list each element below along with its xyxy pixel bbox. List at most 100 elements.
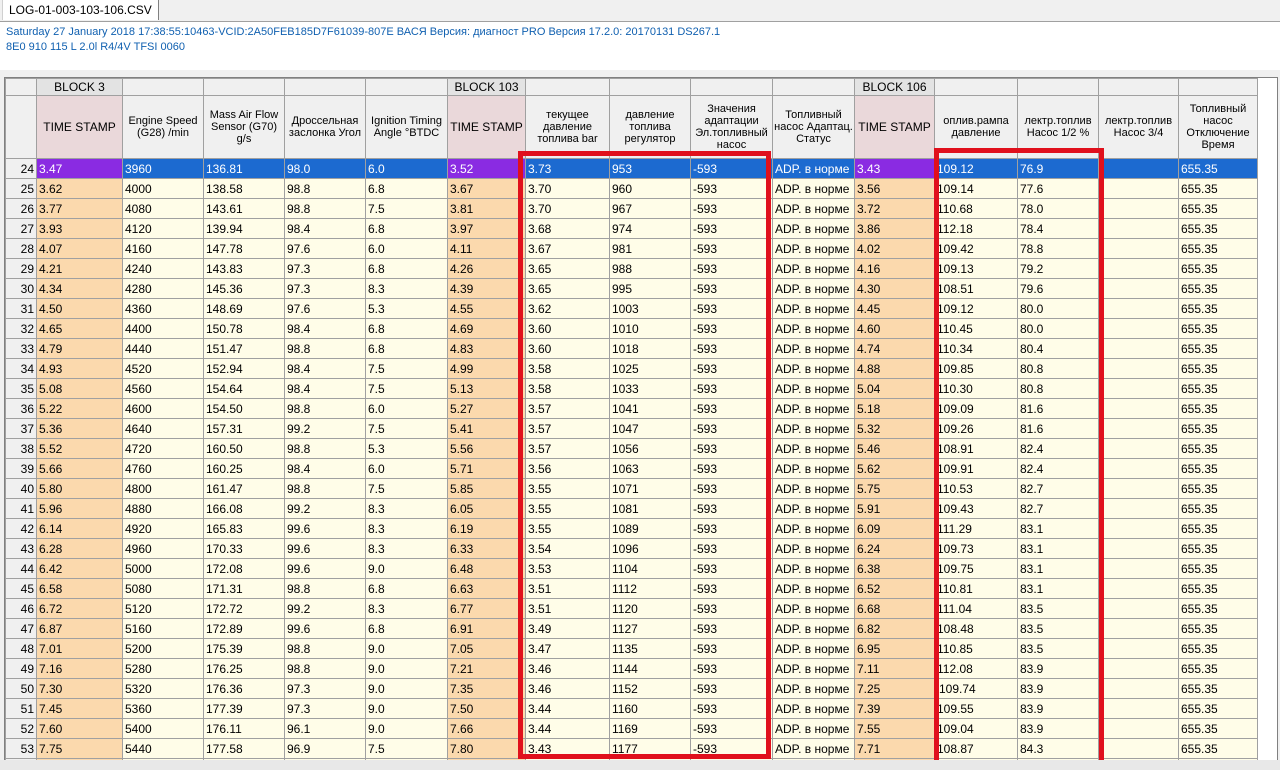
column-header[interactable]: лектр.топлив Насос 3/4: [1098, 95, 1179, 159]
column-header[interactable]: текущее давление топлива bar: [525, 95, 610, 159]
table-cell: 6.42: [36, 558, 123, 579]
column-header[interactable]: [5, 95, 37, 159]
table-row[interactable]: 42 6.14 4920 165.83 99.6 8.3 6.19 3.55 1089 -593 A…: [5, 518, 1258, 539]
table-row[interactable]: 41 5.96 4880 166.08 99.2 8.3 6.05 3.55 1081 -593 A…: [5, 498, 1258, 519]
table-row[interactable]: 48 7.01 5200 175.39 98.8 9.0 7.05 3.47 1135 -593 A…: [5, 638, 1258, 659]
table-row[interactable]: 25 3.62 4000 138.58 98.8 6.8 3.67 3.70 960 -593 AD…: [5, 178, 1258, 199]
column-header[interactable]: Топливный насос Отключение Время: [1178, 95, 1258, 159]
column-header[interactable]: Engine Speed (G28) /min: [122, 95, 204, 159]
table-cell: 655.35: [1178, 218, 1258, 239]
table-cell: 6.52: [854, 578, 935, 599]
table-cell: 3.44: [525, 718, 610, 739]
table-cell: -593: [690, 258, 773, 279]
table-cell: 9.0: [365, 698, 448, 719]
column-header[interactable]: лектр.топлив Насос 1/2 %: [1017, 95, 1099, 159]
table-cell: [1098, 398, 1179, 419]
column-header[interactable]: TIME STAMP: [854, 95, 935, 159]
table-row[interactable]: 28 4.07 4160 147.78 97.6 6.0 4.11 3.67 981 -593 AD…: [5, 238, 1258, 259]
data-grid[interactable]: BLOCK 3 BLOCK 103 BLOCK 106 TIME STAMP Engin…: [4, 77, 1278, 761]
table-row[interactable]: 53 7.75 5440 177.58 96.9 7.5 7.80 3.43 1177 -593 A…: [5, 738, 1258, 759]
table-row[interactable]: 39 5.66 4760 160.25 98.4 6.0 5.71 3.56 1063 -593 A…: [5, 458, 1258, 479]
table-cell: 139.94: [203, 218, 285, 239]
table-cell: 655.35: [1178, 598, 1258, 619]
table-cell: 5.27: [447, 398, 526, 419]
column-header[interactable]: давление топлива регулятор: [609, 95, 691, 159]
table-cell: 4.39: [447, 278, 526, 299]
table-row[interactable]: 35 5.08 4560 154.64 98.4 7.5 5.13 3.58 1033 -593 A…: [5, 378, 1258, 399]
table-row[interactable]: 33 4.79 4440 151.47 98.8 6.8 4.83 3.60 1018 -593 A…: [5, 338, 1258, 359]
table-cell: 109.74: [934, 678, 1018, 699]
table-cell: 4800: [122, 478, 204, 499]
column-header[interactable]: TIME STAMP: [36, 95, 123, 159]
table-cell: ADP. в норме: [772, 358, 855, 379]
table-cell: 3960: [122, 158, 204, 179]
table-cell: 109.26: [934, 418, 1018, 439]
table-cell: 5400: [122, 718, 204, 739]
row-number: 34: [5, 358, 37, 379]
table-cell: 953: [609, 158, 691, 179]
table-cell: ADP. в норме: [772, 498, 855, 519]
table-cell: 110.81: [934, 578, 1018, 599]
table-cell: ADP. в норме: [772, 278, 855, 299]
row-number: 50: [5, 678, 37, 699]
table-cell: 7.66: [447, 718, 526, 739]
table-cell: 1056: [609, 438, 691, 459]
table-cell: 3.72: [854, 198, 935, 219]
table-row[interactable]: 49 7.16 5280 176.25 98.8 9.0 7.21 3.46 1144 -593 A…: [5, 658, 1258, 679]
table-cell: 98.8: [284, 578, 366, 599]
table-cell: ADP. в норме: [772, 338, 855, 359]
table-row[interactable]: 26 3.77 4080 143.61 98.8 7.5 3.81 3.70 967 -593 AD…: [5, 198, 1258, 219]
column-header[interactable]: Ignition Timing Angle °BTDC: [365, 95, 448, 159]
table-row[interactable]: 27 3.93 4120 139.94 98.4 6.8 3.97 3.68 974 -593 AD…: [5, 218, 1258, 239]
table-row[interactable]: 50 7.30 5320 176.36 97.3 9.0 7.35 3.46 1152 -593 A…: [5, 678, 1258, 699]
column-header[interactable]: Дроссельная заслонка Угол: [284, 95, 366, 159]
table-row[interactable]: 31 4.50 4360 148.69 97.6 5.3 4.55 3.62 1003 -593 A…: [5, 298, 1258, 319]
table-cell: 3.55: [525, 478, 610, 499]
table-row[interactable]: 45 6.58 5080 171.31 98.8 6.8 6.63 3.51 1112 -593 A…: [5, 578, 1258, 599]
table-cell: 4.50: [36, 298, 123, 319]
table-cell: 6.58: [36, 578, 123, 599]
table-row[interactable]: 43 6.28 4960 170.33 99.6 8.3 6.33 3.54 1096 -593 A…: [5, 538, 1258, 559]
horizontal-scrollbar[interactable]: [0, 760, 1280, 770]
table-row[interactable]: 36 5.22 4600 154.50 98.8 6.0 5.27 3.57 1041 -593 A…: [5, 398, 1258, 419]
table-cell: 5.62: [854, 458, 935, 479]
table-row[interactable]: 44 6.42 5000 172.08 99.6 9.0 6.48 3.53 1104 -593 A…: [5, 558, 1258, 579]
table-cell: 655.35: [1178, 318, 1258, 339]
selected-table-row[interactable]: 24 3.47 3960 136.81 98.0 6.0 3.52 3.73 953 -593 AD…: [5, 158, 1258, 179]
table-cell: 4160: [122, 238, 204, 259]
table-row[interactable]: 51 7.45 5360 177.39 97.3 9.0 7.50 3.44 1160 -593 A…: [5, 698, 1258, 719]
table-row[interactable]: 40 5.80 4800 161.47 98.8 7.5 5.85 3.55 1071 -593 A…: [5, 478, 1258, 499]
table-cell: 3.60: [525, 338, 610, 359]
table-cell: 111.04: [934, 598, 1018, 619]
table-cell: 3.43: [854, 158, 935, 179]
table-cell: 8.3: [365, 498, 448, 519]
table-cell: 7.11: [854, 658, 935, 679]
table-row[interactable]: 37 5.36 4640 157.31 99.2 7.5 5.41 3.57 1047 -593 A…: [5, 418, 1258, 439]
table-cell: 98.4: [284, 358, 366, 379]
table-row[interactable]: 46 6.72 5120 172.72 99.2 8.3 6.77 3.51 1120 -593 A…: [5, 598, 1258, 619]
table-row[interactable]: 32 4.65 4400 150.78 98.4 6.8 4.69 3.60 1010 -593 A…: [5, 318, 1258, 339]
table-row[interactable]: 52 7.60 5400 176.11 96.1 9.0 7.66 3.44 1169 -593 A…: [5, 718, 1258, 739]
table-cell: 3.57: [525, 438, 610, 459]
column-header[interactable]: Значения адаптации Эл.топливный насос: [690, 95, 773, 159]
table-cell: 80.0: [1017, 298, 1099, 319]
table-cell: 4.34: [36, 278, 123, 299]
column-header[interactable]: оплив.рампа давление: [934, 95, 1018, 159]
table-cell: 3.46: [525, 658, 610, 679]
column-header[interactable]: Mass Air Flow Sensor (G70) g/s: [203, 95, 285, 159]
table-cell: 136.81: [203, 158, 285, 179]
column-header[interactable]: TIME STAMP: [447, 95, 526, 159]
table-cell: 3.73: [525, 158, 610, 179]
table-row[interactable]: 47 6.87 5160 172.89 99.6 6.8 6.91 3.49 1127 -593 A…: [5, 618, 1258, 639]
table-row[interactable]: 38 5.52 4720 160.50 98.8 5.3 5.56 3.57 1056 -593 A…: [5, 438, 1258, 459]
table-row[interactable]: 29 4.21 4240 143.83 97.3 6.8 4.26 3.65 988 -593 AD…: [5, 258, 1258, 279]
table-cell: 83.5: [1017, 618, 1099, 639]
table-cell: 151.47: [203, 338, 285, 359]
table-row[interactable]: 34 4.93 4520 152.94 98.4 7.5 4.99 3.58 1025 -593 A…: [5, 358, 1258, 379]
file-tab[interactable]: LOG-01-003-103-106.CSV: [2, 0, 159, 20]
table-cell: 3.51: [525, 598, 610, 619]
column-header[interactable]: Топливный насос Адаптац. Статус: [772, 95, 855, 159]
table-cell: 97.6: [284, 298, 366, 319]
table-row[interactable]: 30 4.34 4280 145.36 97.3 8.3 4.39 3.65 995 -593 AD…: [5, 278, 1258, 299]
table-cell: 97.3: [284, 258, 366, 279]
